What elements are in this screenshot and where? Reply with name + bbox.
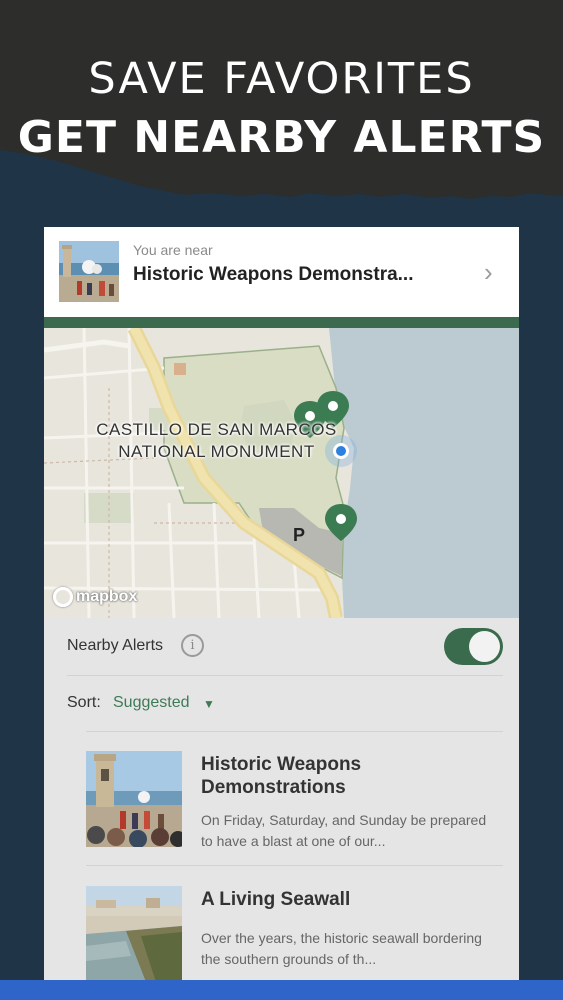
map-view[interactable]: CASTILLO DE SAN MARCOS NATIONAL MONUMENT… bbox=[44, 328, 519, 618]
info-icon[interactable]: i bbox=[181, 634, 204, 657]
mapbox-attribution-text: mapbox bbox=[76, 588, 138, 605]
map-tiles bbox=[44, 328, 519, 618]
mapbox-attribution[interactable]: mapbox bbox=[53, 586, 137, 608]
nearby-alerts-row: Nearby Alerts i bbox=[44, 618, 519, 676]
promo-headline-line2: GET NEARBY ALERTS bbox=[17, 112, 546, 163]
toggle-knob bbox=[469, 631, 500, 662]
parking-icon: P bbox=[293, 525, 306, 545]
mapbox-logo-icon bbox=[53, 587, 73, 607]
divider bbox=[67, 675, 503, 676]
sort-label: Sort: bbox=[67, 694, 101, 711]
item-thumbnail bbox=[86, 751, 182, 847]
phone-screen: You are near Historic Weapons Demonstra.… bbox=[44, 227, 519, 1000]
nearby-alerts-toggle[interactable] bbox=[444, 628, 503, 665]
map-place-label-line1: CASTILLO DE SAN MARCOS bbox=[96, 420, 337, 439]
nearby-caption: You are near bbox=[133, 242, 213, 258]
bottom-bar bbox=[0, 980, 563, 1000]
map-place-label-line2: NATIONAL MONUMENT bbox=[118, 442, 315, 461]
promo-headline-line1: SAVE FAVORITES bbox=[88, 54, 475, 104]
nearby-banner[interactable]: You are near Historic Weapons Demonstra.… bbox=[44, 227, 519, 317]
sort-row: Sort: Suggested ▼ bbox=[44, 677, 519, 732]
list-item[interactable]: Historic Weapons Demonstrations On Frida… bbox=[44, 731, 519, 865]
item-title: Historic Weapons Demonstrations bbox=[201, 754, 362, 798]
nearby-thumbnail bbox=[59, 241, 119, 302]
item-title: A Living Seawall bbox=[201, 889, 351, 910]
accent-strip bbox=[44, 317, 519, 328]
nearby-title: Historic Weapons Demonstra... bbox=[133, 264, 414, 285]
item-description: Over the years, the historic seawall bor… bbox=[201, 930, 482, 967]
caret-down-icon[interactable]: ▼ bbox=[203, 697, 215, 711]
chevron-right-icon: › bbox=[484, 257, 493, 287]
sort-dropdown[interactable]: Suggested bbox=[113, 694, 190, 712]
item-thumbnail bbox=[86, 886, 182, 982]
nearby-alerts-label: Nearby Alerts bbox=[67, 637, 164, 654]
item-description: On Friday, Saturday, and Sunday be prepa… bbox=[201, 812, 487, 849]
